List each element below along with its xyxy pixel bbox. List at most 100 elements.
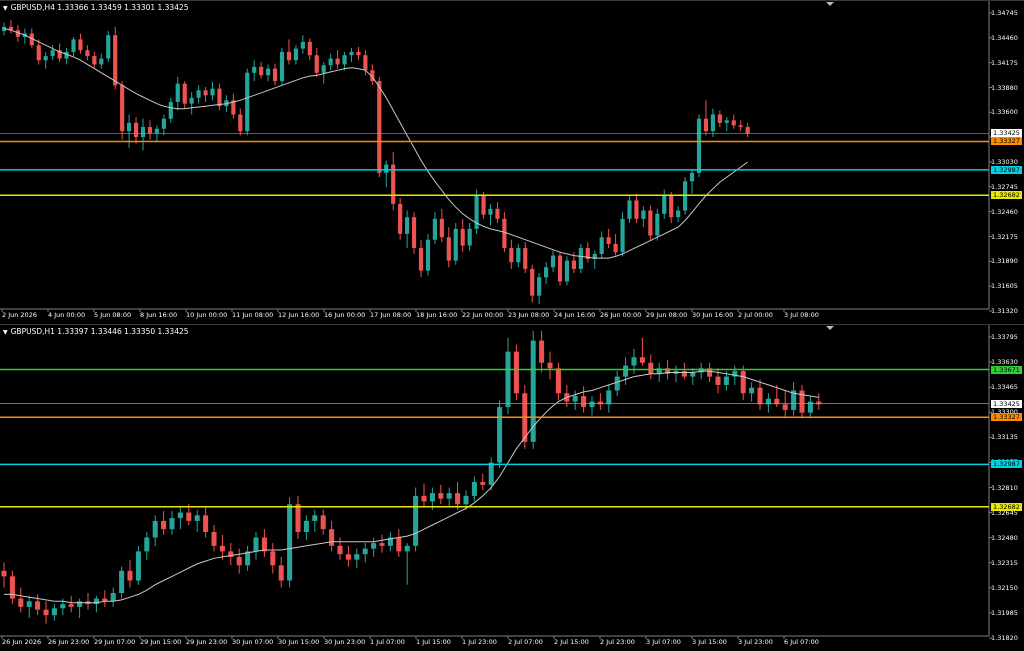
bearish-candle — [203, 515, 209, 532]
bearish-candle — [379, 543, 385, 546]
bearish-candle — [182, 83, 187, 104]
bearish-candle — [398, 203, 403, 234]
bearish-candle — [502, 218, 507, 249]
bullish-candle — [655, 213, 660, 236]
chart-window-h1[interactable]: ▼ GBPUSD,H1 1.33397 1.33446 1.33350 1.334… — [0, 324, 1024, 651]
bearish-candle — [236, 556, 242, 566]
chart-window-h4[interactable]: ▼ GBPUSD,H4 1.33366 1.33459 1.33301 1.334… — [0, 0, 1024, 323]
bearish-candle — [217, 88, 222, 107]
bearish-candle — [396, 537, 402, 552]
bullish-candle — [144, 537, 150, 552]
dropdown-triangle-icon[interactable]: ▼ — [3, 329, 8, 336]
time-tick-label: 30 Jun 07:00 — [232, 638, 274, 646]
bearish-candle — [715, 376, 721, 385]
level-price-badge: 1.32682 — [991, 502, 1022, 511]
bearish-candle — [329, 529, 335, 546]
bullish-candle — [51, 608, 57, 616]
time-axis-h4[interactable]: 2 Jun 2026 4 Jun 00:00 5 Jun 08:00 8 Jun 16… — [0, 310, 989, 322]
chart-shift-marker-icon[interactable] — [826, 2, 834, 6]
time-tick-label: 30 Jun 23:00 — [324, 638, 366, 646]
bullish-candle — [303, 520, 309, 532]
price-tick-label: 1.33600 — [991, 108, 1018, 117]
bearish-candle — [295, 504, 301, 532]
bullish-candle — [690, 372, 696, 377]
bearish-candle — [286, 51, 292, 61]
bullish-candle — [497, 407, 503, 463]
bearish-candle — [43, 609, 49, 616]
price-tick-label: 1.31605 — [991, 282, 1018, 291]
bearish-candle — [272, 68, 278, 82]
bearish-candle — [120, 85, 125, 132]
bullish-candle — [119, 570, 125, 593]
price-tick-label: 1.32315 — [991, 558, 1018, 567]
price-tick-label: 1.32810 — [991, 483, 1018, 492]
price-axis-h1[interactable]: 1.337951.336301.334651.333001.331351.329… — [989, 325, 1024, 651]
current-price-badge: 1.33425 — [991, 129, 1022, 138]
bearish-candle — [480, 482, 486, 485]
bearish-candle — [335, 58, 340, 65]
level-price-badge: 1.32682 — [991, 191, 1022, 200]
bullish-candle — [537, 277, 542, 296]
bearish-candle — [530, 268, 535, 296]
bearish-candle — [85, 50, 90, 57]
time-tick-label: 29 Jun 15:00 — [140, 638, 182, 646]
dropdown-triangle-icon[interactable]: ▼ — [3, 5, 8, 12]
bearish-candle — [363, 55, 368, 71]
time-tick-label: 2 Jul 23:00 — [600, 638, 635, 646]
bullish-candle — [488, 462, 494, 485]
time-tick-label: 26 Jun 00:00 — [600, 311, 642, 319]
bullish-candle — [620, 218, 625, 253]
bearish-candle — [9, 576, 15, 599]
bullish-candle — [161, 118, 166, 129]
bullish-candle — [321, 65, 326, 73]
bearish-candle — [717, 114, 722, 123]
symbol-info: GBPUSD,H1 1.33397 1.33446 1.33350 1.3342… — [10, 327, 189, 336]
bearish-candle — [18, 598, 24, 607]
bearish-candle — [238, 114, 243, 132]
bearish-candle — [35, 601, 41, 610]
bullish-candle — [505, 351, 511, 408]
time-tick-label: 2 Jun 2026 — [2, 311, 37, 319]
bearish-candle — [211, 531, 217, 546]
time-tick-label: 4 Jun 00:00 — [48, 311, 86, 319]
level-price-badge: 1.33327 — [991, 413, 1022, 422]
bearish-candle — [113, 35, 118, 86]
bullish-candle — [572, 396, 578, 402]
bearish-candle — [314, 55, 319, 73]
bearish-candle — [481, 195, 486, 215]
bullish-candle — [384, 164, 389, 173]
bullish-candle — [710, 114, 715, 132]
bearish-candle — [571, 260, 576, 269]
bullish-candle — [471, 482, 477, 496]
price-tick-label: 1.31890 — [991, 257, 1018, 266]
bearish-candle — [455, 493, 461, 505]
time-tick-label: 2 Jul 00:00 — [738, 311, 773, 319]
price-axis-h4[interactable]: 1.34745 1.34460 1.34175 1.33880 1.33600 1.333… — [989, 1, 1024, 323]
bullish-candle — [349, 51, 354, 56]
bullish-candle — [252, 66, 257, 73]
bullish-candle — [266, 68, 271, 76]
price-tick-label: 1.32745 — [991, 182, 1018, 191]
chart-shift-marker-icon[interactable] — [826, 326, 834, 330]
time-tick-label: 6 Jul 07:00 — [784, 638, 819, 646]
chart-plot-h4[interactable] — [0, 1, 1024, 323]
bearish-candle — [669, 195, 674, 218]
bullish-candle — [77, 601, 83, 607]
bearish-candle — [439, 218, 444, 238]
time-tick-label: 3 Jul 08:00 — [784, 311, 819, 319]
time-axis-h1[interactable]: 26 Jun 2026 26 Jun 23:00 29 Jun 07:00 29 Ju… — [0, 637, 989, 649]
bearish-candle — [495, 208, 500, 219]
bearish-candle — [377, 81, 382, 173]
bearish-candle — [460, 228, 465, 246]
bearish-candle — [161, 520, 167, 530]
chart-plot-h1[interactable] — [0, 325, 1024, 651]
time-tick-label: 1 Jul 07:00 — [370, 638, 405, 646]
bullish-candle — [279, 51, 285, 82]
bearish-candle — [1, 570, 7, 577]
bullish-candle — [544, 267, 549, 278]
bearish-candle — [186, 512, 192, 521]
bearish-candle — [356, 51, 361, 56]
bullish-candle — [210, 88, 215, 96]
price-tick-label: 1.32480 — [991, 533, 1018, 542]
bullish-candle — [99, 58, 104, 65]
